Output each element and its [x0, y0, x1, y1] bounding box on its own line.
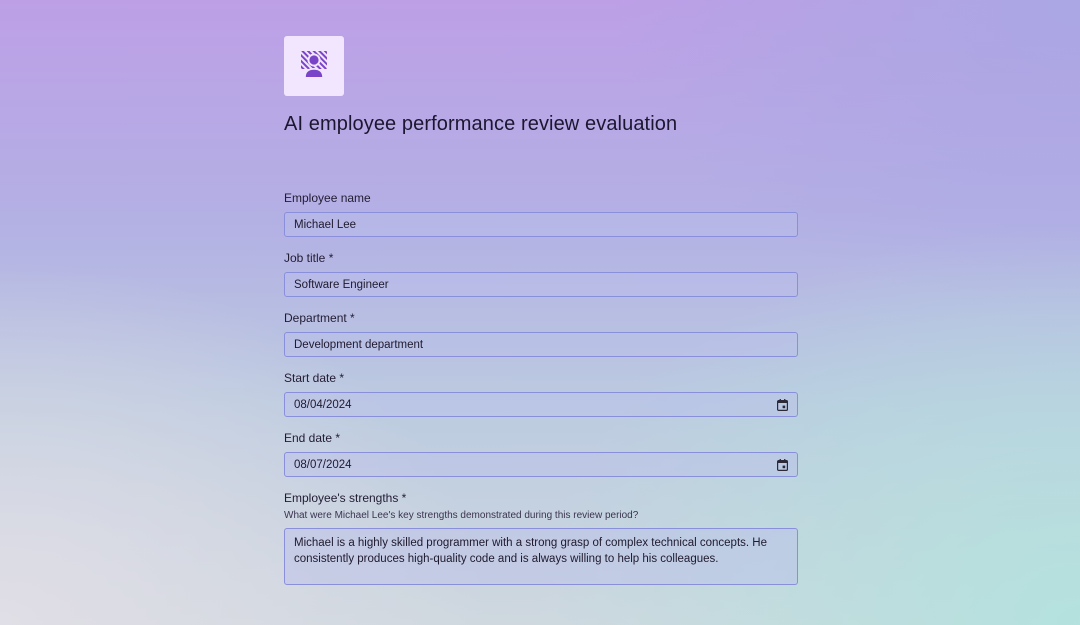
- end-date-value: 08/07/2024: [294, 458, 352, 471]
- strengths-textarea[interactable]: Michael is a highly skilled programmer w…: [284, 528, 798, 585]
- start-date-input[interactable]: 08/04/2024: [284, 392, 798, 417]
- job-title-input[interactable]: Software Engineer: [284, 272, 798, 297]
- employee-name-label: Employee name: [284, 191, 371, 205]
- logo-tile: [284, 36, 344, 96]
- department-input[interactable]: Development department: [284, 332, 798, 357]
- job-title-value: Software Engineer: [294, 278, 389, 291]
- strengths-help-text: What were Michael Lee's key strengths de…: [284, 510, 639, 521]
- calendar-icon[interactable]: [776, 398, 788, 411]
- strengths-label: Employee's strengths *: [284, 491, 407, 505]
- strengths-field-group: Employee's strengths * What were Michael…: [284, 491, 798, 585]
- calendar-icon[interactable]: [776, 458, 788, 471]
- job-title-field-group: Job title * Software Engineer: [284, 251, 798, 297]
- job-title-label: Job title *: [284, 251, 334, 265]
- end-date-label: End date *: [284, 431, 341, 445]
- start-date-value: 08/04/2024: [294, 398, 352, 411]
- employee-name-value: Michael Lee: [294, 218, 357, 231]
- review-form: Employee name Michael Lee Job title * So…: [284, 191, 798, 585]
- form-container: AI employee performance review evaluatio…: [284, 36, 798, 599]
- start-date-label: Start date *: [284, 371, 345, 385]
- end-date-field-group: End date * 08/07/2024: [284, 431, 798, 477]
- start-date-field-group: Start date * 08/04/2024: [284, 371, 798, 417]
- end-date-input[interactable]: 08/07/2024: [284, 452, 798, 477]
- employee-name-field-group: Employee name Michael Lee: [284, 191, 798, 237]
- employee-name-input[interactable]: Michael Lee: [284, 212, 798, 237]
- department-value: Development department: [294, 338, 424, 351]
- employee-badge-icon: [299, 49, 329, 84]
- page-title: AI employee performance review evaluatio…: [284, 113, 678, 135]
- department-label: Department *: [284, 311, 355, 325]
- department-field-group: Department * Development department: [284, 311, 798, 357]
